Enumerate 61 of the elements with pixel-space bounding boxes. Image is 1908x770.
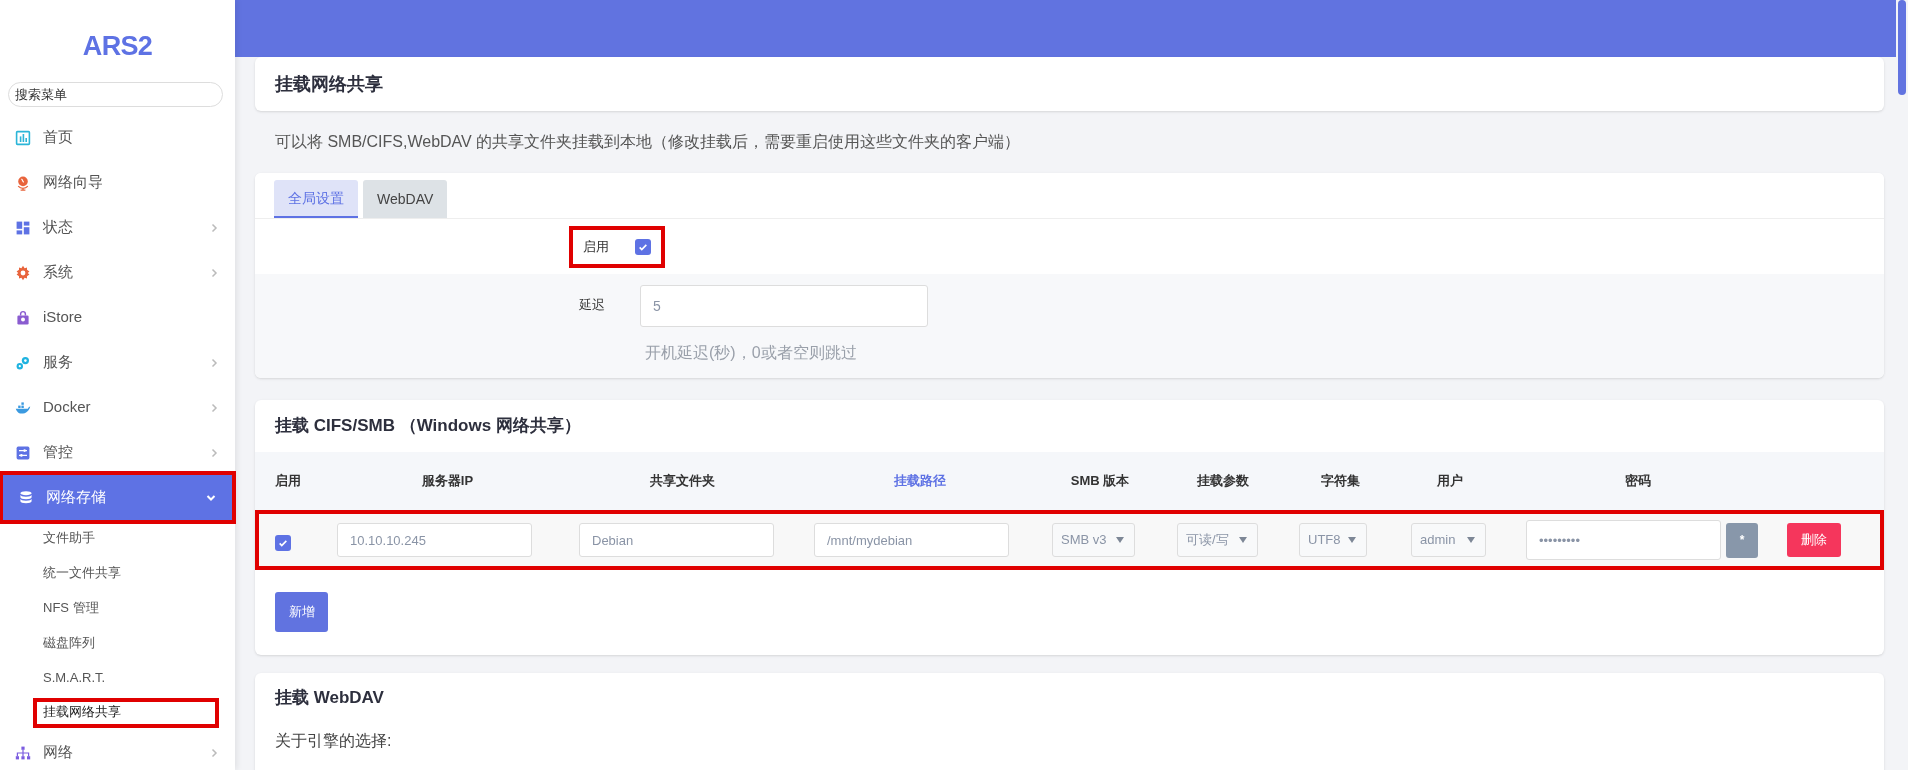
caret-icon — [1348, 537, 1356, 543]
add-button[interactable]: 新增 — [275, 592, 328, 632]
column-header: 用户 — [1436, 472, 1464, 491]
globe-icon — [15, 174, 31, 191]
column-header: SMB 版本 — [1069, 472, 1131, 491]
section-title: 挂载 CIFS/SMB （Windows 网络共享） — [273, 415, 582, 438]
chevron-right-icon — [209, 747, 219, 758]
check-icon — [278, 538, 288, 548]
logo: ARS2 — [81, 30, 154, 63]
column-header: 字符集 — [1319, 472, 1361, 491]
column-header: 挂载参数 — [1195, 472, 1250, 491]
menu-item[interactable]: 网络向导 — [0, 160, 235, 205]
chevron-right-icon — [209, 402, 219, 413]
page-title: 挂载网络共享 — [275, 72, 383, 96]
scrollbar-thumb[interactable] — [1898, 0, 1906, 95]
menu-item[interactable]: 状态 — [0, 205, 235, 250]
shopping-bag-icon — [15, 309, 31, 326]
search-field[interactable]: 搜索菜单 — [8, 82, 223, 107]
caret-icon — [1116, 537, 1124, 543]
sliders-icon — [15, 444, 31, 461]
settings-icon — [15, 264, 31, 281]
menu-item[interactable]: Docker — [0, 385, 235, 430]
bar-chart-icon — [15, 129, 31, 146]
menu-item[interactable]: 网络 — [0, 730, 235, 770]
column-header: 密码 — [1624, 472, 1652, 491]
checkbox[interactable] — [275, 535, 291, 551]
chevron-right-icon — [209, 447, 219, 458]
database-icon — [18, 489, 34, 506]
caret-icon — [1239, 537, 1247, 543]
column-header: 服务器IP — [420, 472, 475, 491]
menu-item[interactable]: 系统 — [0, 250, 235, 295]
whale-icon — [15, 399, 31, 416]
section-text: 关于引擎的选择: — [275, 731, 393, 751]
menu-item[interactable]: 首页 — [0, 115, 235, 160]
page-description: 可以将 SMB/CIFS,WebDAV 的共享文件夹挂载到本地（修改挂载后，需要重启使用这些文件夹的客户端） — [274, 132, 1022, 152]
menu-item[interactable]: 管控 — [0, 430, 235, 475]
submenu-item[interactable]: 磁盘阵列 — [35, 629, 103, 656]
chevron-right-icon — [209, 222, 219, 233]
delete-button[interactable]: 删除 — [1787, 523, 1841, 557]
chevron-right-icon — [209, 357, 219, 368]
submenu-item[interactable]: 文件助手 — [35, 524, 103, 551]
submenu-item[interactable]: 统一文件共享 — [35, 559, 129, 586]
menu-item[interactable]: 服务 — [0, 340, 235, 385]
column-header: 共享文件夹 — [649, 472, 716, 491]
tab[interactable]: WebDAV — [363, 180, 448, 218]
checkbox[interactable] — [635, 238, 651, 255]
field-hint: 开机延迟(秒)，0或者空则跳过 — [645, 343, 858, 363]
field-label: 启用 — [583, 237, 609, 256]
chevron-right-icon — [209, 267, 219, 278]
dashboard-icon — [15, 219, 31, 236]
submenu-item[interactable]: S.M.A.R.T. — [35, 664, 114, 691]
submenu-item[interactable]: NFS 管理 — [35, 594, 107, 621]
submenu-item[interactable]: 挂载网络共享 — [35, 699, 217, 726]
gears-icon — [15, 354, 31, 371]
sitemap-icon — [15, 744, 31, 761]
column-header: 启用 — [274, 472, 302, 491]
menu-item[interactable]: iStore — [0, 295, 235, 340]
caret-icon — [1467, 537, 1475, 543]
column-header[interactable]: 挂载路径 — [800, 471, 1040, 491]
field-label: 延迟 — [578, 296, 605, 314]
section-title: 挂载 WebDAV — [275, 687, 385, 709]
